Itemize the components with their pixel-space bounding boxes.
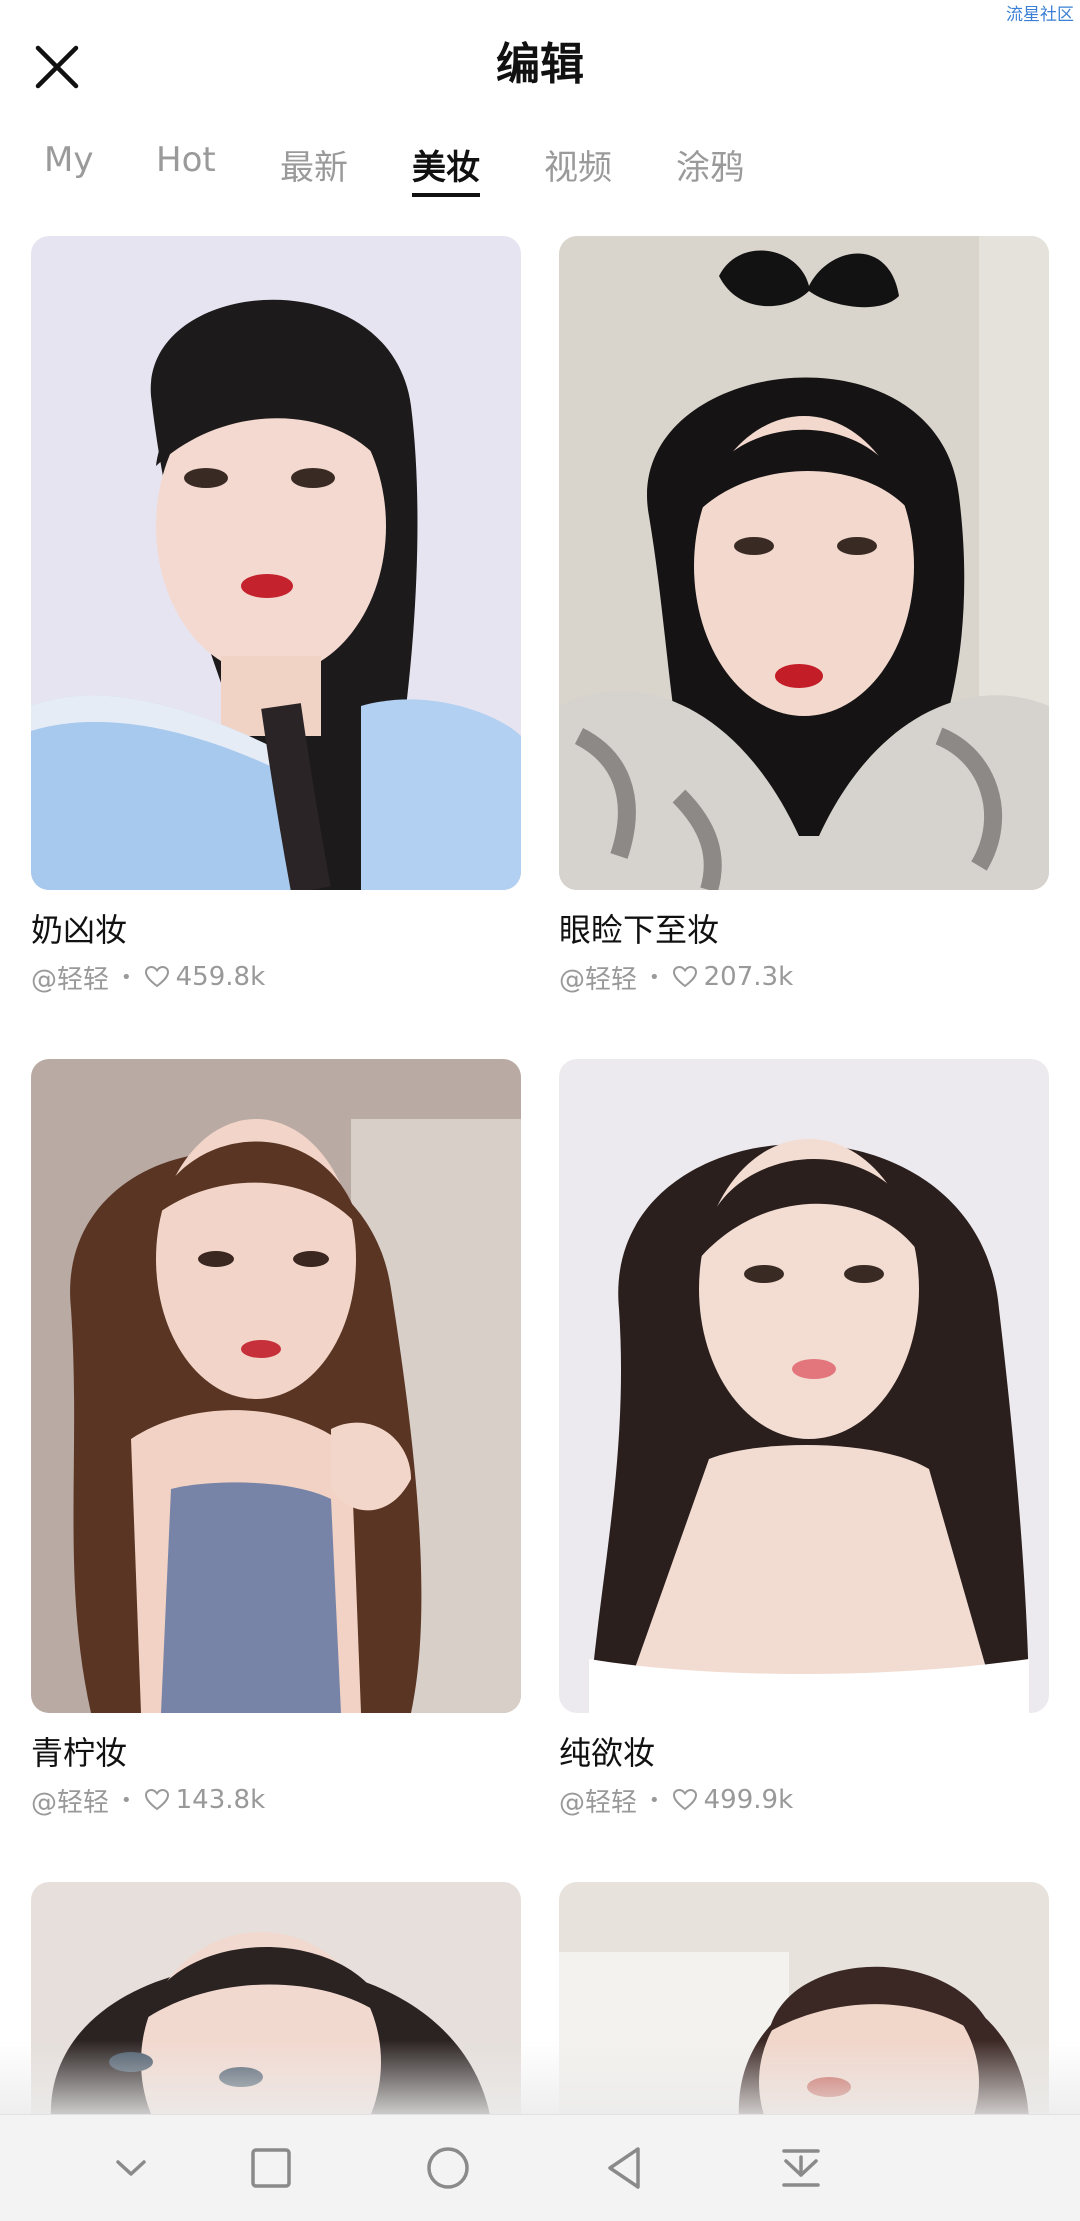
tab-makeup[interactable]: 美妆 — [412, 140, 480, 197]
card-title: 奶凶妆 — [31, 911, 128, 949]
card-author: @轻轻 — [31, 1787, 110, 1818]
page-title: 编辑 — [496, 39, 584, 90]
card-author: @轻轻 — [31, 964, 110, 995]
makeup-card[interactable]: 纯欲妆 @轻轻 • 499.9k — [559, 1059, 1049, 1818]
nav-home-button[interactable] — [423, 2143, 473, 2193]
tab-my[interactable]: My — [44, 140, 93, 180]
heart-icon[interactable] — [672, 1788, 698, 1812]
card-thumbnail[interactable] — [559, 1059, 1049, 1713]
tab-latest[interactable]: 最新 — [280, 140, 348, 189]
card-thumbnail[interactable] — [559, 236, 1049, 890]
back-triangle-icon — [608, 2147, 640, 2189]
category-tabs: My Hot 最新 美妆 视频 涂鸦 — [0, 140, 1080, 200]
makeup-card[interactable]: 青柠妆 @轻轻 • 143.8k — [31, 1059, 521, 1818]
square-icon — [251, 2148, 291, 2188]
like-count: 459.8k — [175, 962, 266, 992]
separator-dot: • — [649, 966, 660, 988]
tab-doodle[interactable]: 涂鸦 — [676, 140, 744, 189]
like-count: 143.8k — [175, 1785, 266, 1815]
card-title: 纯欲妆 — [559, 1734, 656, 1772]
like-count: 207.3k — [703, 962, 794, 992]
card-meta: @轻轻 • 499.9k — [559, 1783, 1049, 1818]
circle-icon — [427, 2147, 469, 2189]
scroll-fade — [0, 2040, 1080, 2120]
card-author: @轻轻 — [559, 1787, 638, 1818]
nav-collapse-button[interactable] — [106, 2143, 156, 2193]
chevron-down-icon — [116, 2160, 146, 2176]
card-meta: @轻轻 • 207.3k — [559, 960, 1049, 995]
nav-recents-button[interactable] — [246, 2143, 296, 2193]
card-meta: @轻轻 • 459.8k — [31, 960, 521, 995]
separator-dot: • — [649, 1789, 660, 1811]
card-thumbnail[interactable] — [31, 236, 521, 890]
separator-dot: • — [121, 966, 132, 988]
card-meta: @轻轻 • 143.8k — [31, 1783, 521, 1818]
tab-video[interactable]: 视频 — [544, 140, 612, 189]
card-title: 眼睑下至妆 — [559, 911, 720, 949]
heart-icon[interactable] — [144, 965, 170, 989]
makeup-card[interactable]: 奶凶妆 @轻轻 • 459.8k — [31, 236, 521, 995]
watermark: 流星社区 — [1006, 5, 1074, 25]
system-nav-bar — [0, 2114, 1080, 2221]
heart-icon[interactable] — [144, 1788, 170, 1812]
card-thumbnail[interactable] — [31, 1059, 521, 1713]
card-title: 青柠妆 — [31, 1734, 128, 1772]
makeup-card[interactable]: 眼睑下至妆 @轻轻 • 207.3k — [559, 236, 1049, 995]
nav-notification-button[interactable] — [776, 2143, 826, 2193]
tab-hot[interactable]: Hot — [156, 140, 216, 180]
like-count: 499.9k — [703, 1785, 794, 1815]
heart-icon[interactable] — [672, 965, 698, 989]
separator-dot: • — [121, 1789, 132, 1811]
download-icon — [782, 2149, 820, 2187]
card-author: @轻轻 — [559, 964, 638, 995]
nav-back-button[interactable] — [600, 2143, 650, 2193]
